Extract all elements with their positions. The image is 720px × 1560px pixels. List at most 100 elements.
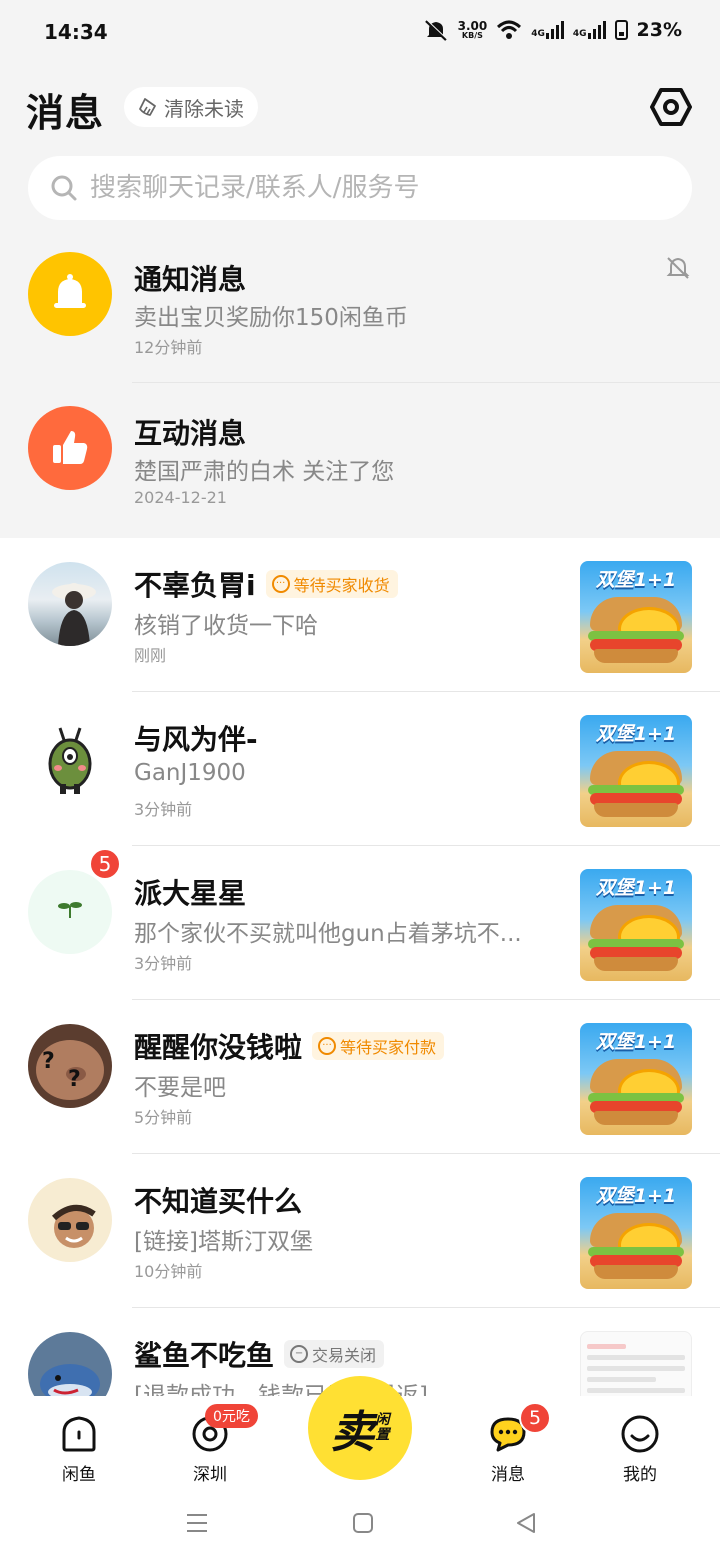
signal-bars-icon	[545, 21, 564, 39]
notification-message: 卖出宝贝奖励你150闲鱼币	[134, 305, 408, 331]
notification-avatar	[28, 252, 112, 336]
status-time: 14:34	[44, 20, 108, 44]
dog-face-icon: ? ?	[36, 1040, 104, 1100]
notification-title: 通知消息	[134, 263, 247, 296]
settings-icon[interactable]	[650, 86, 692, 128]
signal-1: 4G	[531, 21, 564, 39]
nav-city[interactable]: 深圳 0元吃	[165, 1404, 258, 1485]
pending-icon: ···	[271, 575, 290, 593]
nav-city-label: 深圳	[193, 1465, 227, 1485]
chat-name-line: 不知道买什么	[134, 1180, 302, 1220]
nav-home[interactable]: 闲鱼	[34, 1414, 124, 1485]
avatar	[28, 716, 112, 800]
avatar	[28, 562, 112, 646]
chat-name: 鲨鱼不吃鱼	[134, 1339, 275, 1372]
chat-name-line: 派大星星	[134, 872, 246, 912]
chat-name: 派大星星	[134, 877, 247, 910]
chat-time: 3分钟前	[134, 954, 193, 973]
clear-unread-label: 清除未读	[164, 96, 244, 121]
sell-label: 卖	[330, 1407, 375, 1458]
svg-text:?: ?	[42, 1049, 55, 1074]
sell-button[interactable]: 卖 闲 置	[308, 1376, 412, 1480]
page-title: 消息	[26, 91, 105, 135]
sprout-icon	[58, 902, 82, 918]
product-thumbnail[interactable]: 双堡1+1	[580, 1023, 692, 1135]
city-promo-badge: 0元吃	[205, 1404, 258, 1428]
avatar	[28, 870, 112, 954]
search-icon	[51, 175, 77, 201]
interaction-message: 楚国严肃的白术 关注了您	[134, 459, 395, 485]
bell-icon	[54, 274, 86, 308]
chat-time: 10分钟前	[134, 1262, 203, 1281]
nav-messages[interactable]: 消息 5	[463, 1402, 553, 1485]
notification-row[interactable]: 通知消息 卖出宝贝奖励你150闲鱼币 12分钟前	[0, 236, 720, 390]
product-thumbnail[interactable]	[580, 1331, 692, 1398]
product-thumbnail[interactable]: 双堡1+1	[580, 1177, 692, 1289]
home-square-icon[interactable]	[348, 1508, 378, 1538]
person-hat-icon	[52, 583, 96, 646]
status-icons: 3.00 KB/S 4G 4G 23%	[423, 18, 682, 42]
nav-home-label: 闲鱼	[62, 1465, 96, 1485]
chat-message: 不要是吧	[134, 1075, 226, 1101]
menu-icon[interactable]	[182, 1508, 212, 1538]
order-status-tag: − 交易关闭	[284, 1340, 385, 1368]
chat-name: 与风为伴-	[134, 723, 258, 756]
chat-list[interactable]: 不辜负胃i ··· 等待买家收货 核销了收货一下哈 刚刚 双堡1+1 与风为伴-…	[0, 538, 720, 1398]
chat-row[interactable]: 与风为伴- GanJ1900 3分钟前 双堡1+1	[0, 692, 720, 846]
sell-sub-label: 闲 置	[375, 1412, 390, 1443]
whale-toy-icon	[40, 1364, 100, 1398]
home-icon	[62, 1416, 96, 1452]
product-thumbnail[interactable]: 双堡1+1	[580, 561, 692, 673]
order-status-tag: ··· 等待买家收货	[265, 570, 398, 598]
nav-me[interactable]: 我的	[595, 1414, 685, 1485]
wifi-icon	[497, 20, 522, 39]
avatar	[28, 1332, 112, 1398]
muted-bell-icon	[666, 257, 690, 279]
battery-percent: 23%	[636, 19, 682, 41]
interaction-title: 互动消息	[134, 417, 247, 450]
chat-name-line: 醒醒你没钱啦 ··· 等待买家付款	[134, 1026, 445, 1066]
chat-name: 不知道买什么	[134, 1185, 303, 1218]
product-thumbnail[interactable]: 双堡1+1	[580, 715, 692, 827]
nav-messages-label: 消息	[491, 1465, 525, 1485]
interaction-avatar	[28, 406, 112, 490]
chat-message: [链接]塔斯汀双堡	[134, 1229, 313, 1255]
mute-bell-icon	[424, 19, 447, 41]
row-divider	[132, 382, 720, 383]
order-status-tag: ··· 等待买家付款	[312, 1032, 445, 1060]
product-thumbnail[interactable]: 双堡1+1	[580, 869, 692, 981]
signal-2: 4G	[573, 21, 606, 39]
avatar	[28, 1178, 112, 1262]
chat-row[interactable]: 不知道买什么 [链接]塔斯汀双堡 10分钟前 双堡1+1	[0, 1154, 720, 1308]
interaction-row[interactable]: 互动消息 楚国严肃的白术 关注了您 2024-12-21	[0, 390, 720, 544]
search-input[interactable]	[90, 173, 650, 203]
chat-name-line: 鲨鱼不吃鱼 − 交易关闭	[134, 1334, 385, 1374]
thumbs-up-icon	[53, 431, 88, 464]
notification-time: 12分钟前	[134, 338, 203, 357]
unread-badge: 5	[89, 848, 121, 880]
chat-name: 不辜负胃i	[134, 569, 256, 602]
back-triangle-icon[interactable]	[512, 1508, 542, 1538]
chat-time: 刚刚	[134, 646, 167, 665]
chat-message: 那个家伙不买就叫他gun占着茅坑不...	[134, 921, 522, 947]
chat-row[interactable]: ? ? 醒醒你没钱啦 ··· 等待买家付款 不要是吧 5分钟前 双堡1+1	[0, 1000, 720, 1154]
chat-time: 5分钟前	[134, 1108, 193, 1127]
chat-name-line: 与风为伴-	[134, 718, 258, 758]
svg-text:?: ?	[68, 1067, 81, 1092]
broom-icon	[139, 98, 156, 116]
closed-icon: −	[290, 1345, 309, 1363]
search-bar[interactable]	[28, 156, 692, 220]
green-monster-icon	[48, 727, 92, 794]
chat-name: 醒醒你没钱啦	[134, 1031, 303, 1064]
nav-me-label: 我的	[623, 1465, 657, 1485]
person-sunglasses-icon	[51, 1205, 96, 1248]
clear-unread-button[interactable]: 清除未读	[124, 87, 258, 127]
avatar: ? ?	[28, 1024, 112, 1108]
system-nav-bar	[0, 1492, 720, 1560]
bottom-nav: 闲鱼 深圳 0元吃 卖 闲 置 消息 5 我的	[0, 1376, 720, 1492]
chat-row[interactable]: 5 派大星星 那个家伙不买就叫他gun占着茅坑不... 3分钟前 双堡1+1	[0, 846, 720, 1000]
status-bar: 14:34 3.00 KB/S 4G 4G 23%	[0, 0, 720, 64]
chat-row[interactable]: 不辜负胃i ··· 等待买家收货 核销了收货一下哈 刚刚 双堡1+1	[0, 538, 720, 692]
chat-name-line: 不辜负胃i ··· 等待买家收货	[134, 564, 398, 604]
chat-message: GanJ1900	[134, 760, 246, 786]
